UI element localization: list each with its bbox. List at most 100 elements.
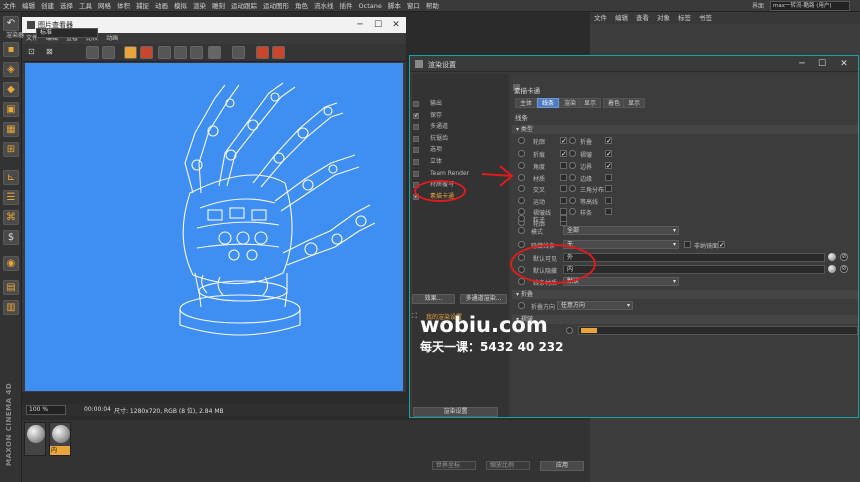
radio-button[interactable] — [518, 137, 525, 144]
option-checkbox[interactable] — [560, 162, 567, 169]
mirror-checkbox[interactable] — [684, 241, 691, 248]
render-settings-item[interactable]: 输出 — [412, 99, 506, 109]
tab[interactable]: 主体 — [515, 98, 538, 108]
tweak-mode-icon[interactable]: ☰ — [3, 190, 19, 205]
option-checkbox[interactable] — [560, 174, 567, 181]
radio-button[interactable] — [518, 241, 525, 248]
menu-item[interactable]: 角色 — [292, 0, 311, 12]
menu-item[interactable]: 文件 — [0, 0, 19, 12]
stop-icon[interactable]: ⊠ — [46, 46, 59, 59]
close-button[interactable]: ✕ — [388, 19, 404, 31]
menu-item[interactable]: 模拟 — [171, 0, 190, 12]
apply-button[interactable]: 应用 — [540, 461, 584, 471]
maximize-button[interactable]: ☐ — [814, 58, 830, 70]
default-outer-field[interactable]: 外 — [563, 253, 825, 262]
scale-dropdown[interactable]: 缩放比例 — [486, 461, 530, 470]
ab-left-icon[interactable] — [256, 46, 269, 59]
menu-item[interactable]: 窗口 — [404, 0, 423, 12]
option-checkbox[interactable]: ✓ — [605, 162, 612, 170]
clear-icon[interactable]: ⊘ — [840, 265, 848, 273]
clear-icon[interactable]: ⊘ — [840, 253, 848, 261]
close-button[interactable]: ✕ — [836, 58, 852, 70]
effects-button[interactable]: 效果... — [412, 294, 455, 304]
option-checkbox[interactable] — [605, 197, 612, 204]
radio-button[interactable] — [518, 150, 525, 157]
option-checkbox[interactable] — [605, 185, 612, 192]
render-thumbnail[interactable] — [24, 422, 46, 456]
menu-item[interactable]: 插件 — [337, 0, 356, 12]
menu-item[interactable]: Octane — [356, 0, 385, 12]
slider-track[interactable] — [578, 326, 858, 335]
checkbox[interactable] — [413, 101, 419, 107]
locked-workplane-icon[interactable]: ▥ — [3, 300, 19, 315]
edge-mode-icon[interactable]: ◈ — [3, 62, 19, 77]
radio-button[interactable] — [569, 174, 576, 181]
axis-mode-icon[interactable]: ⊞ — [3, 142, 19, 157]
point-mode-icon[interactable]: ▪ — [3, 42, 19, 57]
menu-item[interactable]: 编辑 — [611, 12, 632, 24]
tab[interactable]: 显示 — [623, 98, 646, 108]
menu-item[interactable]: 捕捉 — [133, 0, 152, 12]
multipass-button[interactable]: 多通道渲染... — [460, 294, 507, 304]
quantize-icon[interactable]: $ — [3, 230, 19, 245]
tab[interactable]: 渲染 — [559, 98, 582, 108]
menu-item[interactable]: 工具 — [76, 0, 95, 12]
layout-select[interactable]: max一转流-酷路 (用户) — [770, 1, 850, 11]
tab[interactable]: 显示 — [579, 98, 602, 108]
undo-icon[interactable]: ↶ — [3, 16, 19, 31]
particles-checkbox[interactable] — [560, 215, 567, 222]
menu-item[interactable]: 运动图形 — [260, 0, 292, 12]
minimize-button[interactable]: ─ — [352, 19, 368, 31]
ab-compare-icon[interactable] — [102, 46, 115, 59]
checkbox[interactable] — [413, 124, 419, 131]
render-settings-item[interactable]: 多通道 — [412, 122, 506, 132]
snap-icon[interactable]: ⌘ — [3, 210, 19, 225]
checkbox[interactable] — [413, 147, 419, 154]
menu-item[interactable]: 体积 — [114, 0, 133, 12]
checkbox[interactable] — [413, 170, 419, 177]
region-icon[interactable] — [86, 46, 99, 59]
option-checkbox[interactable] — [560, 185, 567, 192]
option-checkbox[interactable]: ✓ — [560, 137, 567, 145]
model-mode-icon[interactable]: ▣ — [3, 102, 19, 117]
menu-item[interactable]: 创建 — [38, 0, 57, 12]
radio-button[interactable] — [569, 208, 576, 215]
enable-axis-icon[interactable]: ⊾ — [3, 170, 19, 185]
option-checkbox[interactable] — [605, 208, 612, 215]
render-settings-item[interactable]: 保存 — [412, 111, 506, 121]
maximize-button[interactable]: ☐ — [370, 19, 386, 31]
radio-button[interactable] — [518, 174, 525, 181]
lock-icon[interactable]: ⊡ — [28, 46, 41, 59]
menu-item[interactable]: 网格 — [95, 0, 114, 12]
filter-icon[interactable] — [232, 46, 245, 59]
radio-button[interactable] — [518, 227, 525, 234]
type-group-header[interactable]: ▾ 类型 — [512, 125, 858, 134]
menu-item[interactable]: 渲染 — [190, 0, 209, 12]
option-checkbox[interactable]: ✓ — [560, 150, 567, 158]
option-checkbox[interactable] — [560, 197, 567, 204]
checkbox[interactable] — [413, 135, 419, 142]
checkbox[interactable] — [413, 111, 419, 121]
default-hidden-field[interactable]: 内 — [563, 265, 825, 274]
radio-button[interactable] — [518, 302, 525, 309]
fold-group-header[interactable]: ▾ 折叠 — [512, 290, 858, 299]
fold-direction-dropdown[interactable]: 任意方向 — [557, 301, 633, 310]
option-checkbox[interactable]: ✓ — [605, 137, 612, 145]
radio-button[interactable] — [569, 150, 576, 157]
option-checkbox[interactable] — [560, 208, 567, 215]
minimize-button[interactable]: ─ — [794, 58, 810, 70]
coordinate-dropdown[interactable]: 世界坐标 — [432, 461, 476, 470]
render-settings-item[interactable]: 抗锯齿 — [412, 134, 506, 144]
radio-button[interactable] — [518, 197, 525, 204]
menu-item[interactable]: 脚本 — [385, 0, 404, 12]
tab[interactable]: 着色 — [603, 98, 626, 108]
render-thumbnail[interactable]: 内 — [49, 422, 71, 456]
menu-item[interactable]: 文件 — [590, 12, 611, 24]
save-icon[interactable] — [124, 46, 137, 59]
other-group-header[interactable]: ▾ 褶皱 — [512, 315, 858, 324]
menu-item[interactable]: 编辑 — [19, 0, 38, 12]
menu-item[interactable]: 动画 — [152, 0, 171, 12]
render-view-icon[interactable] — [190, 46, 203, 59]
menu-item[interactable]: 雕刻 — [209, 0, 228, 12]
ab-right-icon[interactable] — [272, 46, 285, 59]
